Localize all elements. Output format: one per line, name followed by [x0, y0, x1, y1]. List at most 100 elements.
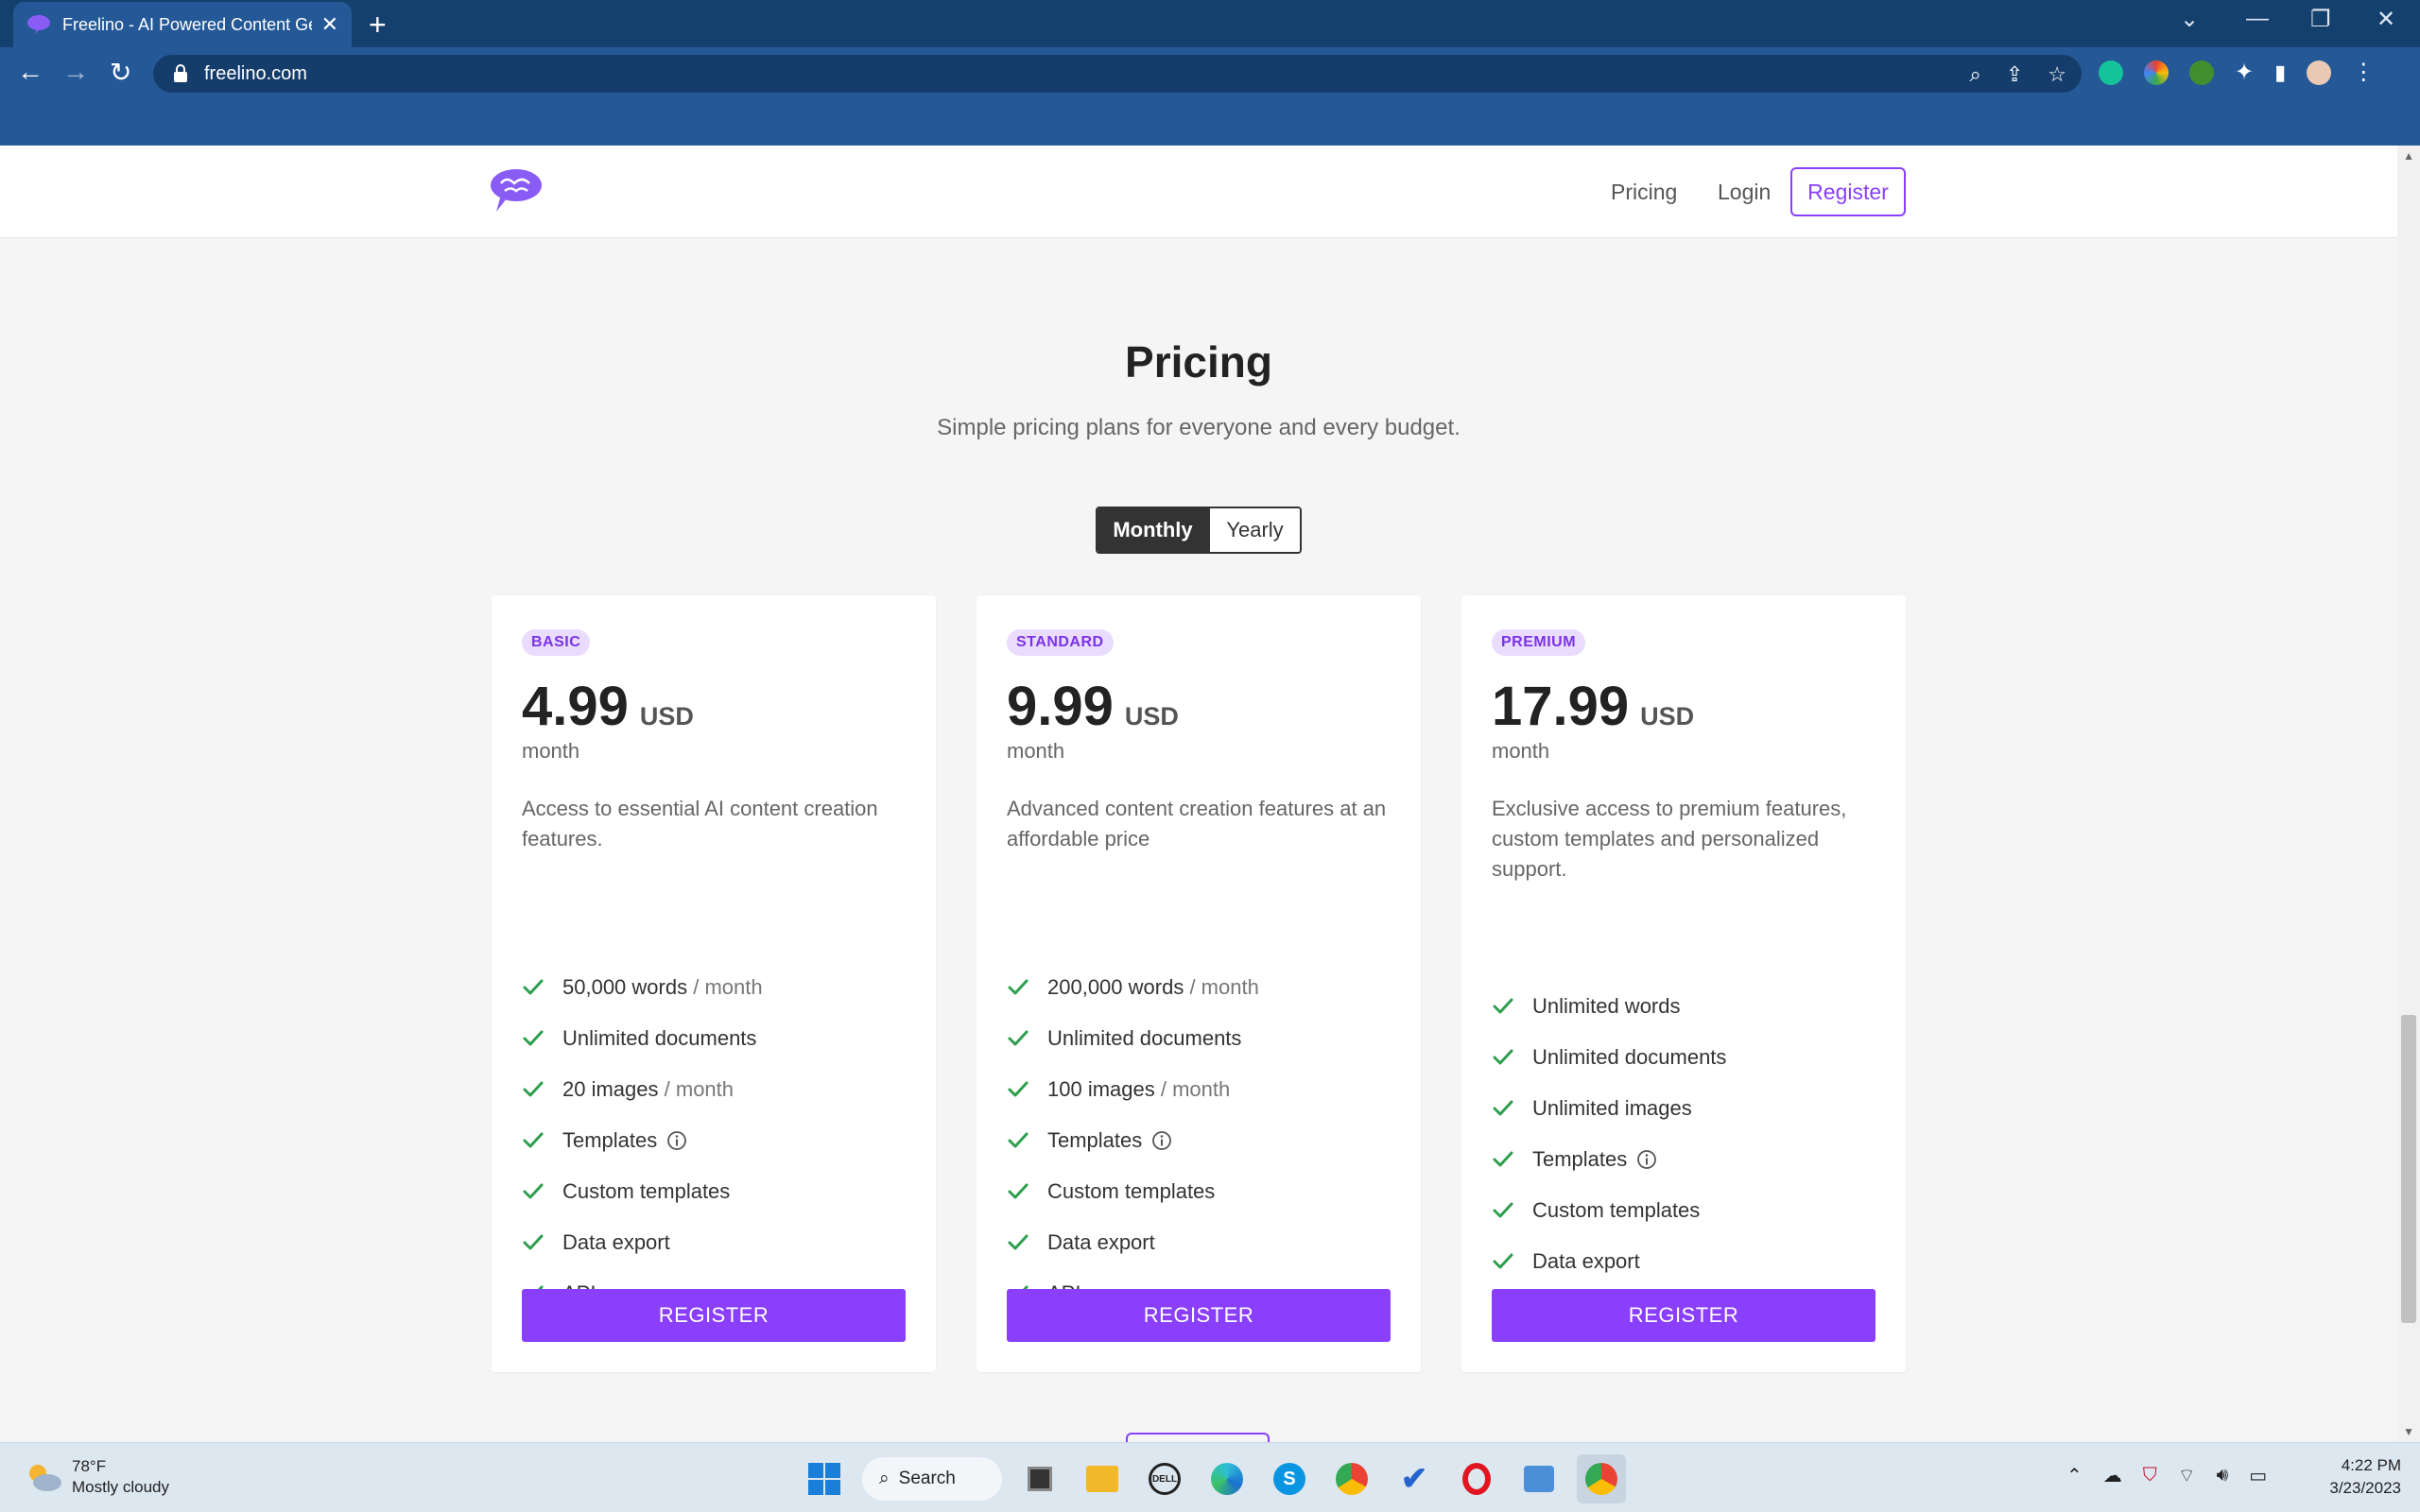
plan-billing-period: month: [1007, 739, 1065, 763]
plan-description: Exclusive access to premium features, cu…: [1492, 797, 1847, 881]
plan-feature-suffix: / month: [664, 1077, 735, 1101]
plan-feature-item: Unlimited images: [1492, 1083, 1726, 1134]
opera-browser-icon[interactable]: [1452, 1454, 1501, 1503]
zoom-icon[interactable]: ⌕: [1970, 62, 1981, 87]
plan-price-currency: USD: [1124, 702, 1179, 730]
plan-badge: BASIC: [522, 629, 591, 656]
taskbar-search-button[interactable]: ⌕ Search: [862, 1457, 1002, 1501]
battery-icon[interactable]: ▭: [2249, 1464, 2267, 1487]
plan-price-amount: 17.99: [1492, 676, 1630, 737]
plan-description: Access to essential AI content creation …: [522, 797, 878, 850]
nav-register-button[interactable]: Register: [1790, 167, 1906, 216]
plan-register-button[interactable]: REGISTER: [522, 1289, 906, 1342]
plan-feature-item: 20 images / month: [522, 1064, 763, 1115]
forward-icon[interactable]: →: [62, 57, 89, 87]
scroll-down-icon[interactable]: ▼: [2403, 1425, 2414, 1438]
plan-card-basic: BASIC 4.99 USD month Access to essential AI …: [492, 595, 936, 1372]
scroll-up-icon[interactable]: ▲: [2403, 149, 2414, 163]
share-icon[interactable]: ⇪: [2006, 62, 2023, 87]
puzzle-extensions-icon[interactable]: ✦: [2235, 59, 2254, 86]
browser-tab[interactable]: Freelino - AI Powered Content Ge ✕: [13, 2, 352, 47]
plan-feature-text: Custom templates: [1532, 1198, 1701, 1222]
address-bar[interactable]: freelino.com ⌕ ⇪ ☆: [153, 55, 2082, 93]
menu-kebab-icon[interactable]: ⋮: [2352, 59, 2375, 86]
chrome-profile-active-icon[interactable]: [1577, 1454, 1626, 1503]
close-window-icon[interactable]: ✕: [2377, 6, 2395, 33]
weather-description: Mostly cloudy: [72, 1478, 169, 1496]
page-content: Pricing Login Register Pricing Simple pr…: [0, 146, 2397, 1442]
checkmark-icon: [1493, 1151, 1513, 1167]
freelino-favicon-icon: [27, 15, 50, 34]
checkmark-icon: [523, 1081, 544, 1097]
grammarly-extension-icon[interactable]: [2099, 60, 2123, 85]
next-section-button-edge[interactable]: [1126, 1433, 1270, 1442]
edge-browser-icon[interactable]: [1202, 1454, 1252, 1503]
plan-feature-text: Unlimited words: [1532, 994, 1681, 1018]
nav-pricing-link[interactable]: Pricing: [1611, 180, 1677, 205]
system-clock[interactable]: 4:22 PM 3/23/2023: [2314, 1454, 2401, 1500]
nav-login-link[interactable]: Login: [1718, 180, 1771, 205]
onedrive-cloud-icon[interactable]: ☁: [2103, 1464, 2122, 1487]
skype-icon[interactable]: S: [1265, 1454, 1314, 1503]
plan-register-button[interactable]: REGISTER: [1007, 1289, 1391, 1342]
checkmark-icon: [1008, 1030, 1028, 1046]
plan-feature-text: Templates: [562, 1128, 658, 1152]
page-top-banner: [0, 100, 2420, 146]
plan-feature-list: 200,000 words / month Unlimited documents…: [1007, 962, 1259, 1319]
mcafee-shield-icon[interactable]: ⛉: [2143, 1465, 2157, 1486]
dell-app-icon[interactable]: DELL: [1140, 1454, 1189, 1503]
monthly-toggle-button[interactable]: Monthly: [1098, 508, 1208, 552]
plan-price: 17.99 USD: [1492, 675, 1694, 738]
windows-taskbar: 78°F Mostly cloudy ⌕ Search DELL S ✔ ⌃ ☁…: [0, 1442, 2420, 1512]
wifi-icon[interactable]: ⌔: [2178, 1464, 2196, 1487]
plan-feature-list: Unlimited words Unlimited documents Unlimi…: [1492, 981, 1726, 1338]
search-icon: ⌕: [879, 1469, 890, 1488]
file-explorer-icon[interactable]: [1078, 1454, 1127, 1503]
plan-feature-text: Data export: [562, 1230, 670, 1254]
task-view-icon[interactable]: [1015, 1454, 1064, 1503]
plan-feature-item: Data export: [522, 1217, 763, 1268]
plan-price-amount: 4.99: [522, 676, 629, 737]
info-circle-icon[interactable]: [1151, 1130, 1172, 1151]
page-subtitle: Simple pricing plans for everyone and ev…: [937, 415, 1461, 440]
plan-feature-item: Custom templates: [1007, 1166, 1259, 1217]
minimize-icon[interactable]: —: [2246, 6, 2269, 32]
plan-feature-item: Unlimited words: [1492, 981, 1726, 1032]
reload-icon[interactable]: ↻: [110, 57, 131, 88]
weather-widget[interactable]: 78°F Mostly cloudy: [25, 1456, 169, 1498]
plan-badge: STANDARD: [1007, 629, 1114, 656]
tab-close-icon[interactable]: ✕: [321, 12, 338, 37]
profile-avatar[interactable]: [2307, 60, 2332, 85]
plan-feature-text: Data export: [1532, 1249, 1640, 1273]
chrome-icon[interactable]: [1327, 1454, 1376, 1503]
show-hidden-icons-chevron-icon[interactable]: ⌃: [2066, 1464, 2083, 1487]
checkmark-icon: [1008, 1234, 1028, 1250]
info-circle-icon[interactable]: [666, 1130, 687, 1151]
volume-icon[interactable]: 🔊︎: [2217, 1465, 2229, 1486]
back-icon[interactable]: ←: [17, 57, 43, 87]
todo-check-icon[interactable]: ✔: [1390, 1454, 1439, 1503]
restore-icon[interactable]: ❐: [2310, 6, 2331, 33]
plan-register-button[interactable]: REGISTER: [1492, 1289, 1876, 1342]
plan-feature-item: Unlimited documents: [1007, 1013, 1259, 1064]
bookmark-star-icon[interactable]: ☆: [2048, 62, 2066, 87]
tab-search-chevron-icon[interactable]: ⌄: [2180, 6, 2199, 33]
checkmark-icon: [1493, 1049, 1513, 1065]
checkmark-icon: [523, 1183, 544, 1199]
new-tab-icon[interactable]: +: [369, 8, 387, 43]
plan-feature-text: 20 images: [562, 1077, 659, 1101]
plan-feature-item: 200,000 words / month: [1007, 962, 1259, 1013]
page-scrollbar[interactable]: ▲ ▼: [2397, 146, 2420, 1442]
freelino-logo-icon[interactable]: [488, 166, 544, 214]
side-panel-icon[interactable]: ▮: [2274, 60, 2286, 85]
scrollbar-thumb[interactable]: [2401, 1015, 2416, 1323]
url-text: freelino.com: [204, 62, 307, 84]
phone-link-icon[interactable]: [1514, 1454, 1564, 1503]
yearly-toggle-button[interactable]: Yearly: [1208, 508, 1300, 552]
windows-start-icon[interactable]: [800, 1454, 849, 1503]
info-circle-icon[interactable]: [1636, 1149, 1657, 1170]
checkmark-icon: [523, 1132, 544, 1148]
extension-icon[interactable]: [2189, 60, 2214, 85]
plan-feature-item: Unlimited documents: [522, 1013, 763, 1064]
color-extension-icon[interactable]: [2144, 60, 2169, 85]
